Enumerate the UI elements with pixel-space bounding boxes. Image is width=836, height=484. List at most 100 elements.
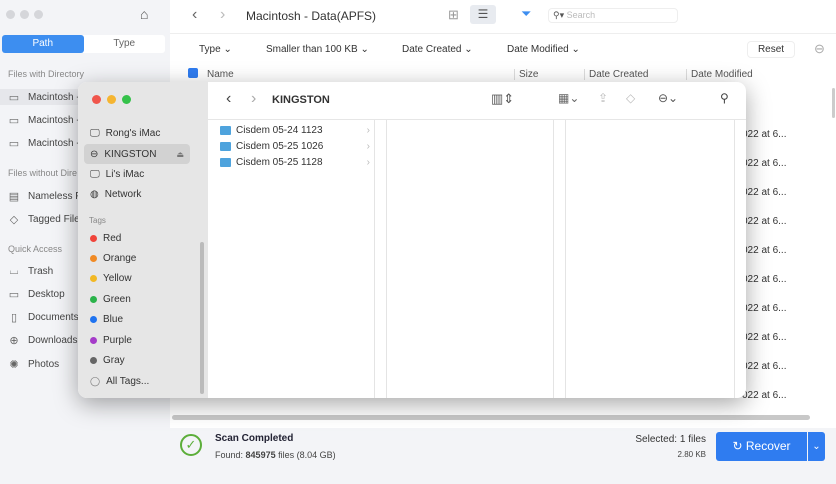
chevron-right-icon: › [366,124,370,136]
home-icon[interactable]: ⌂ [140,6,148,22]
filter-label: Smaller than 100 KB [266,44,358,55]
finder-sidebar-scrollbar[interactable] [200,242,204,394]
tag-label: Yellow [103,273,132,285]
finder-column-3 [565,120,735,398]
eject-icon[interactable]: ⏏ [176,150,184,159]
section-files-with-directory: Files with Directory [8,69,85,79]
close-button[interactable] [92,95,101,104]
recover-dropdown-button[interactable]: ⌄ [808,432,825,461]
chevron-right-icon: › [366,156,370,168]
search-icon: ⚲▾ [553,10,565,20]
table-row-date-modified[interactable]: 022 at 6... [742,361,786,372]
finder-location-lis-imac[interactable]: 🖵 Li's iMac [90,166,144,182]
finder-window: 🖵 Rong's iMac ⊖ KINGSTON ⏏ 🖵 Li's iMac ◍ Netw… [78,82,746,398]
column-name[interactable]: Name [207,69,234,80]
table-row-date-modified[interactable]: 022 at 6... [742,303,786,314]
sidebar-item-photos[interactable]: ✺ Photos [8,356,59,372]
table-row-date-modified[interactable]: 022 at 6... [742,216,786,227]
zoom-button[interactable] [122,95,131,104]
finder-all-tags[interactable]: ◯ All Tags... [90,373,149,389]
computer-icon: 🖵 [90,168,100,180]
network-icon: ◍ [90,188,99,200]
forward-button[interactable]: › [220,6,225,24]
filter-type[interactable]: Type ⌄ [199,44,232,55]
section-files-without-directory: Files without Dire [8,168,78,178]
horizontal-scrollbar[interactable] [172,415,810,420]
sidebar-item-macintosh-2[interactable]: ▭ Macintosh - [8,112,80,128]
reset-button[interactable]: Reset [747,41,795,58]
desktop-icon: ▭ [8,288,20,301]
finder-forward-button[interactable]: › [251,90,256,108]
more-actions-icon[interactable]: ⊖⌄ [658,91,678,105]
table-row-date-modified[interactable]: 022 at 6... [742,390,786,401]
finder-location-network[interactable]: ◍ Network [90,186,141,202]
share-icon[interactable]: ⇪ [598,91,608,105]
column-size[interactable]: Size [514,69,538,80]
finder-tag-orange[interactable]: Orange [90,250,136,266]
finder-tag-yellow[interactable]: Yellow [90,271,132,287]
table-row-date-modified[interactable]: 022 at 6... [742,245,786,256]
group-icon[interactable]: ▦⌄ [558,91,579,105]
search-input[interactable]: ⚲▾ Search [548,8,678,23]
filter-icon[interactable]: ⏷ [521,6,531,22]
tab-type[interactable]: Type [84,35,166,53]
column-date-modified[interactable]: Date Modified [686,69,753,80]
finder-search-icon[interactable]: ⚲ [720,91,729,105]
finder-folder-item[interactable]: Cisdem 05-25 1128 › [220,154,370,170]
tag-icon[interactable]: ◇ [626,91,635,105]
finder-location-rongs-imac[interactable]: 🖵 Rong's iMac [90,125,160,141]
sidebar-item-downloads[interactable]: ⊕ Downloads [8,332,77,348]
folder-label: Cisdem 05-25 1026 [236,140,324,152]
finder-column-2 [386,120,554,398]
filter-date-created[interactable]: Date Created ⌄ [402,44,473,55]
minimize-button[interactable] [107,95,116,104]
finder-tag-green[interactable]: Green [90,291,131,307]
filter-date-modified[interactable]: Date Modified ⌄ [507,44,580,55]
finder-folder-item[interactable]: Cisdem 05-25 1026 › [220,138,370,154]
sidebar-item-label: Macintosh - [28,137,80,149]
table-row-date-modified[interactable]: 022 at 6... [742,129,786,140]
view-segmented-control[interactable]: Path Type [2,35,165,53]
sidebar-item-trash[interactable]: ⌴ Trash [8,263,54,279]
folder-icon [220,157,231,167]
location-label: Network [104,188,142,200]
finder-window-controls[interactable] [92,95,131,104]
sidebar-item-desktop[interactable]: ▭ Desktop [8,286,65,302]
tag-label: Green [103,293,131,305]
grid-view-icon[interactable]: ⊞ [448,7,459,23]
table-row-date-modified[interactable]: 022 at 6... [742,332,786,343]
document-icon: ▯ [10,311,18,324]
sidebar-item-nameless[interactable]: ▤ Nameless F [8,188,82,204]
finder-back-button[interactable]: ‹ [226,90,231,108]
select-all-checkbox[interactable] [188,68,198,78]
location-label: Li's iMac [105,168,145,180]
tab-path[interactable]: Path [2,35,84,53]
finder-location-kingston[interactable]: ⊖ KINGSTON ⏏ [84,144,190,164]
column-date-created[interactable]: Date Created [584,69,648,80]
finder-tag-gray[interactable]: Gray [90,352,125,368]
table-row-date-modified[interactable]: 022 at 6... [742,187,786,198]
sidebar-item-documents[interactable]: ▯ Documents [8,309,79,325]
window-controls[interactable] [6,10,48,22]
vertical-scrollbar[interactable] [832,88,835,118]
back-button[interactable]: ‹ [192,6,197,24]
table-row-date-modified[interactable]: 022 at 6... [742,158,786,169]
tag-color-dot [90,254,97,262]
check-circle-icon: ✓ [180,434,202,456]
sidebar-item-tagged[interactable]: ◇ Tagged File [8,211,80,227]
collapse-icon[interactable]: ⊖ [814,41,825,57]
column-view-icon[interactable]: ▥⇕ [491,91,514,107]
tag-icon: ◇ [9,213,19,226]
list-view-icon[interactable]: ☰ [470,5,496,24]
filter-size[interactable]: Smaller than 100 KB ⌄ [266,44,369,55]
selected-size: 2.80 KB [677,450,706,459]
chevron-right-icon: › [366,140,370,152]
sidebar-item-macintosh-3[interactable]: ▭ Macintosh - [8,135,80,151]
finder-tag-blue[interactable]: Blue [90,312,123,328]
recover-button[interactable]: ↻ Recover [716,432,807,461]
finder-tag-purple[interactable]: Purple [90,332,132,348]
finder-folder-item[interactable]: Cisdem 05-24 1123 › [220,122,370,138]
table-row-date-modified[interactable]: 022 at 6... [742,274,786,285]
finder-tag-red[interactable]: Red [90,230,121,246]
filter-label: Date Created [402,44,462,55]
